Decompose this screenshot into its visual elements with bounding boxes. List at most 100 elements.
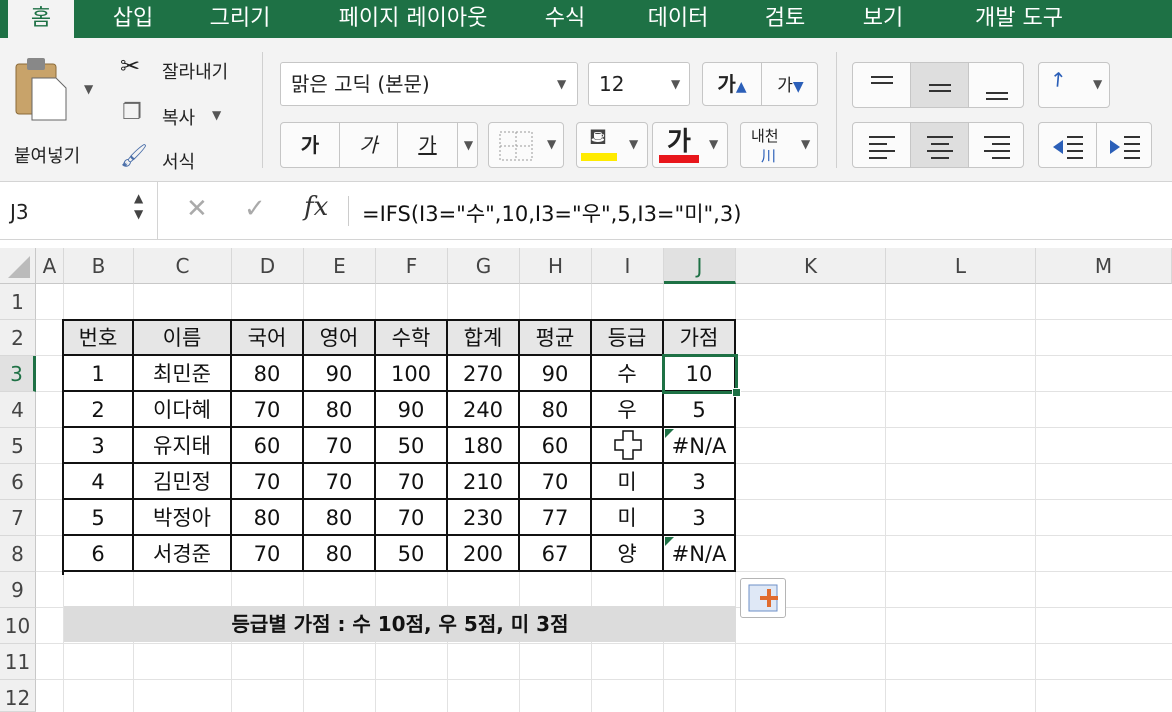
quick-analysis-button[interactable] <box>740 578 786 618</box>
grade-bonus-note[interactable]: 등급별 가점 : 수 10점, 우 5점, 미 3점 <box>64 606 736 642</box>
column-header-g[interactable]: G <box>448 248 520 284</box>
table-cell[interactable]: 수 <box>592 356 664 392</box>
align-right-button[interactable] <box>968 123 1025 167</box>
align-left-button[interactable] <box>853 123 910 167</box>
table-cell[interactable]: 70 <box>304 464 376 500</box>
tab-insert[interactable]: 삽입 <box>100 0 166 38</box>
table-header-math[interactable]: 수학 <box>376 321 448 356</box>
font-name-dropdown-icon[interactable]: ▼ <box>557 63 566 105</box>
table-cell[interactable]: 서경준 <box>134 536 232 572</box>
font-size-dropdown-icon[interactable]: ▼ <box>671 63 680 105</box>
orientation-dropdown-icon[interactable]: ▼ <box>1093 77 1102 91</box>
borders-button[interactable]: ▼ <box>488 122 564 168</box>
shrink-font-button[interactable]: 가▼ <box>761 63 819 105</box>
table-cell[interactable]: 50 <box>376 536 448 572</box>
align-middle-button[interactable] <box>910 63 968 107</box>
table-cell-error[interactable]: #N/A <box>664 536 736 572</box>
table-cell[interactable]: 김민정 <box>134 464 232 500</box>
column-header-e[interactable]: E <box>304 248 376 284</box>
increase-indent-button[interactable] <box>1096 123 1153 167</box>
table-cell[interactable]: 양 <box>592 536 664 572</box>
bold-button[interactable]: 가 <box>281 123 339 167</box>
table-cell[interactable]: 240 <box>448 392 520 428</box>
table-cell-error[interactable]: #N/A <box>664 428 736 464</box>
select-all-corner[interactable] <box>0 248 36 284</box>
name-box-spinner-icon[interactable]: ▲ ▼ <box>134 190 143 222</box>
table-cell[interactable]: 180 <box>448 428 520 464</box>
cut-button[interactable]: ✂ 잘라내기 <box>118 52 248 84</box>
table-cell[interactable]: 70 <box>376 500 448 536</box>
tab-view[interactable]: 보기 <box>850 0 916 38</box>
row-header-11[interactable]: 11 <box>0 644 36 680</box>
copy-button[interactable]: ❐ 복사 ▼ <box>118 100 248 130</box>
tab-formulas[interactable]: 수식 <box>530 0 600 38</box>
fill-color-dropdown-icon[interactable]: ▼ <box>629 137 638 151</box>
align-bottom-button[interactable] <box>968 63 1025 107</box>
table-cell[interactable]: 80 <box>232 500 304 536</box>
grow-font-button[interactable]: 가▲ <box>703 63 761 105</box>
tab-home[interactable]: 홈 <box>8 0 74 38</box>
table-cell[interactable]: 90 <box>520 356 592 392</box>
column-header-i[interactable]: I <box>592 248 664 284</box>
table-cell[interactable]: 67 <box>520 536 592 572</box>
error-indicator-icon[interactable] <box>665 429 674 438</box>
table-cell[interactable]: 50 <box>376 428 448 464</box>
row-header-8[interactable]: 8 <box>0 536 36 572</box>
row-header-1[interactable]: 1 <box>0 284 36 320</box>
row-header-4[interactable]: 4 <box>0 392 36 428</box>
font-size-combo[interactable]: 12 ▼ <box>588 62 690 106</box>
paste-button[interactable]: ▼ 붙여넣기 <box>8 52 100 167</box>
table-cell[interactable]: 70 <box>304 428 376 464</box>
table-cell[interactable]: 5 <box>64 500 134 536</box>
table-header-bonus[interactable]: 가점 <box>664 321 736 356</box>
tab-developer[interactable]: 개발 도구 <box>946 0 1092 38</box>
tab-draw[interactable]: 그리기 <box>190 0 290 38</box>
phonetic-dropdown-icon[interactable]: ▼ <box>801 137 810 151</box>
row-header-7[interactable]: 7 <box>0 500 36 536</box>
row-header-9[interactable]: 9 <box>0 572 36 608</box>
tab-review[interactable]: 검토 <box>752 0 818 38</box>
column-header-k[interactable]: K <box>736 248 886 284</box>
error-indicator-icon[interactable] <box>665 537 674 546</box>
table-header-average[interactable]: 평균 <box>520 321 592 356</box>
column-header-h[interactable]: H <box>520 248 592 284</box>
cancel-icon[interactable]: ✕ <box>186 194 208 224</box>
table-cell[interactable]: 미 <box>592 500 664 536</box>
table-cell[interactable]: 80 <box>304 392 376 428</box>
underline-button[interactable]: 가 <box>397 123 457 167</box>
column-header-a[interactable]: A <box>36 248 64 284</box>
table-header-english[interactable]: 영어 <box>304 321 376 356</box>
table-cell[interactable]: 6 <box>64 536 134 572</box>
table-cell[interactable]: 3 <box>64 428 134 464</box>
table-cell[interactable]: 70 <box>232 392 304 428</box>
column-header-j[interactable]: J <box>664 248 736 284</box>
font-color-button[interactable]: 가 ▼ <box>652 122 728 168</box>
fill-handle[interactable] <box>732 388 741 397</box>
table-cell[interactable]: 3 <box>664 500 736 536</box>
table-header-total[interactable]: 합계 <box>448 321 520 356</box>
table-cell[interactable]: 80 <box>232 356 304 392</box>
column-header-b[interactable]: B <box>64 248 134 284</box>
table-cell[interactable]: 230 <box>448 500 520 536</box>
table-cell[interactable]: 77 <box>520 500 592 536</box>
copy-dropdown-icon[interactable]: ▼ <box>212 108 221 122</box>
table-cell[interactable]: 210 <box>448 464 520 500</box>
font-color-dropdown-icon[interactable]: ▼ <box>709 137 718 151</box>
table-cell[interactable]: 4 <box>64 464 134 500</box>
tab-data[interactable]: 데이터 <box>630 0 726 38</box>
table-cell[interactable]: 70 <box>520 464 592 500</box>
decrease-indent-button[interactable] <box>1039 123 1096 167</box>
table-cell[interactable]: 이다혜 <box>134 392 232 428</box>
column-header-m[interactable]: M <box>1036 248 1172 284</box>
table-cell[interactable]: 100 <box>376 356 448 392</box>
table-cell[interactable]: 200 <box>448 536 520 572</box>
fill-color-button[interactable]: ⛾ ▼ <box>576 122 648 168</box>
formula-input[interactable]: =IFS(I3="수",10,I3="우",5,I3="미",3) <box>362 198 741 228</box>
table-header-korean[interactable]: 국어 <box>232 321 304 356</box>
table-cell[interactable]: 유지태 <box>134 428 232 464</box>
align-center-button[interactable] <box>910 123 968 167</box>
table-cell[interactable]: 3 <box>664 464 736 500</box>
table-cell[interactable]: 70 <box>232 536 304 572</box>
table-cell[interactable]: 60 <box>232 428 304 464</box>
row-header-5[interactable]: 5 <box>0 428 36 464</box>
